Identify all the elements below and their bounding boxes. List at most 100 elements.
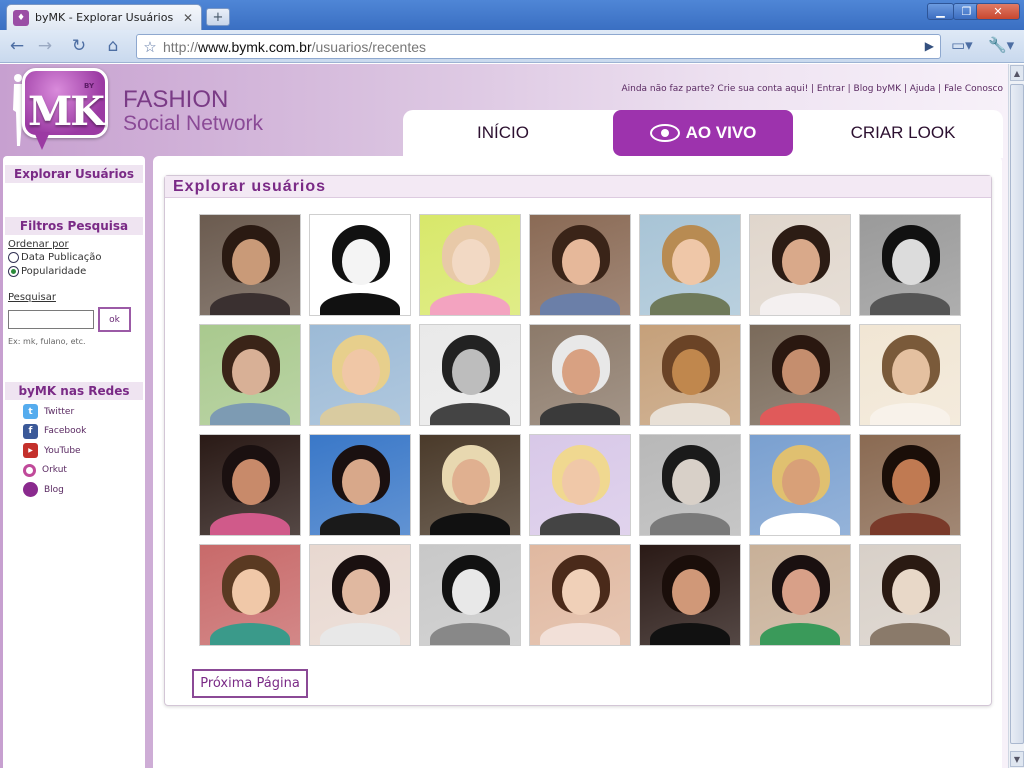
photo-shoulders (430, 403, 510, 425)
photo-shoulders (430, 623, 510, 645)
photo-face (232, 569, 270, 615)
user-photo[interactable] (749, 214, 851, 316)
photo-face (672, 239, 710, 285)
user-photo[interactable] (199, 214, 301, 316)
photo-face (452, 349, 490, 395)
photo-shoulders (430, 293, 510, 315)
photo-face (782, 569, 820, 615)
user-photo[interactable] (419, 324, 521, 426)
radio-date[interactable] (8, 251, 19, 263)
user-photo[interactable] (859, 434, 961, 536)
tab-criar-look-label: CRIAR LOOK (850, 123, 956, 142)
page-scrollbar[interactable]: ▲ ▼ (1008, 64, 1024, 768)
user-photo[interactable] (529, 544, 631, 646)
photo-face (782, 349, 820, 395)
social-heading: byMK nas Redes (5, 382, 143, 400)
user-photo[interactable] (529, 214, 631, 316)
order-option-date[interactable]: Data Publicação (8, 250, 145, 264)
photo-shoulders (650, 623, 730, 645)
explore-users-box: Explorar usuários Próxima Página (164, 175, 992, 706)
scroll-thumb[interactable] (1010, 84, 1024, 744)
user-photo-grid (199, 214, 961, 646)
new-tab-button[interactable]: + (206, 8, 230, 26)
user-photo[interactable] (749, 324, 851, 426)
user-photo[interactable] (639, 544, 741, 646)
close-window-button[interactable]: ✕ (976, 3, 1020, 20)
reload-icon[interactable]: ↻ (66, 34, 92, 58)
search-ok-button[interactable]: ok (98, 307, 131, 332)
photo-face (232, 349, 270, 395)
user-photo[interactable] (309, 434, 411, 536)
user-photo[interactable] (859, 214, 961, 316)
user-photo[interactable] (639, 324, 741, 426)
photo-shoulders (650, 513, 730, 535)
wrench-menu-icon[interactable]: 🔧▾ (988, 36, 1014, 54)
scroll-down-arrow[interactable]: ▼ (1010, 751, 1024, 767)
forward-icon[interactable]: → (32, 34, 58, 58)
explore-users-title: Explorar usuários (165, 176, 991, 198)
user-photo[interactable] (309, 544, 411, 646)
photo-shoulders (760, 623, 840, 645)
page-viewport: MK BY FASHION Social Network Ainda não f… (0, 64, 1008, 768)
user-photo[interactable] (419, 434, 521, 536)
user-photo[interactable] (639, 434, 741, 536)
minimize-button[interactable]: ▁ (927, 3, 954, 20)
twitter-icon: t (23, 404, 38, 420)
main-content: Explorar usuários Próxima Página (153, 156, 1002, 768)
page-menu-icon[interactable]: ▭▾ (951, 36, 973, 54)
user-photo[interactable] (529, 434, 631, 536)
search-label: Pesquisar (8, 292, 56, 303)
search-input[interactable] (8, 310, 94, 329)
photo-face (782, 239, 820, 285)
home-icon[interactable]: ⌂ (100, 34, 126, 58)
photo-face (342, 569, 380, 615)
photo-shoulders (540, 623, 620, 645)
user-photo[interactable] (199, 544, 301, 646)
user-photo[interactable] (859, 324, 961, 426)
browser-tab[interactable]: ♦ byMK - Explorar Usuários ✕ (6, 4, 202, 30)
user-photo[interactable] (749, 544, 851, 646)
user-photo[interactable] (419, 544, 521, 646)
user-photo[interactable] (419, 214, 521, 316)
photo-face (892, 569, 930, 615)
photo-shoulders (870, 513, 950, 535)
scroll-up-arrow[interactable]: ▲ (1010, 65, 1024, 81)
user-photo[interactable] (529, 324, 631, 426)
photo-face (452, 459, 490, 505)
tab-inicio[interactable]: INÍCIO (403, 110, 603, 156)
photo-face (452, 239, 490, 285)
social-twitter[interactable]: t Twitter (23, 402, 145, 422)
social-orkut[interactable]: Orkut (23, 461, 145, 481)
user-photo[interactable] (309, 324, 411, 426)
tab-ao-vivo-label: AO VIVO (685, 123, 757, 142)
top-links[interactable]: Ainda não faz parte? Crie sua conta aqui… (621, 84, 1003, 94)
radio-popularity[interactable] (8, 265, 19, 277)
logo-by: BY (84, 82, 95, 90)
go-icon[interactable]: ▶ (925, 39, 934, 53)
photo-shoulders (210, 293, 290, 315)
brand-social-network: Social Network (123, 112, 264, 135)
social-youtube[interactable]: ▶ YouTube (23, 441, 145, 461)
tab-ao-vivo[interactable]: AO VIVO (613, 110, 793, 156)
user-photo[interactable] (639, 214, 741, 316)
logo-mk: MK (28, 88, 105, 135)
user-photo[interactable] (859, 544, 961, 646)
back-icon[interactable]: ← (4, 34, 30, 58)
explore-users-heading[interactable]: Explorar Usuários (5, 165, 143, 183)
user-photo[interactable] (749, 434, 851, 536)
tab-criar-look[interactable]: CRIAR LOOK (803, 110, 1003, 156)
user-photo[interactable] (309, 214, 411, 316)
tab-close-icon[interactable]: ✕ (181, 11, 195, 25)
user-photo[interactable] (199, 324, 301, 426)
tab-title: byMK - Explorar Usuários (35, 11, 174, 24)
social-facebook[interactable]: f Facebook (23, 422, 145, 442)
search-hint: Ex: mk, fulano, etc. (8, 337, 86, 346)
photo-shoulders (870, 403, 950, 425)
address-bar[interactable]: ☆ http://www.bymk.com.br/usuarios/recent… (136, 34, 941, 59)
user-photo[interactable] (199, 434, 301, 536)
photo-face (562, 459, 600, 505)
social-blog[interactable]: Blog (23, 480, 145, 500)
order-option-popularity[interactable]: Popularidade (8, 264, 145, 278)
next-page-button[interactable]: Próxima Página (192, 669, 308, 698)
bookmark-star-icon[interactable]: ☆ (137, 38, 163, 56)
